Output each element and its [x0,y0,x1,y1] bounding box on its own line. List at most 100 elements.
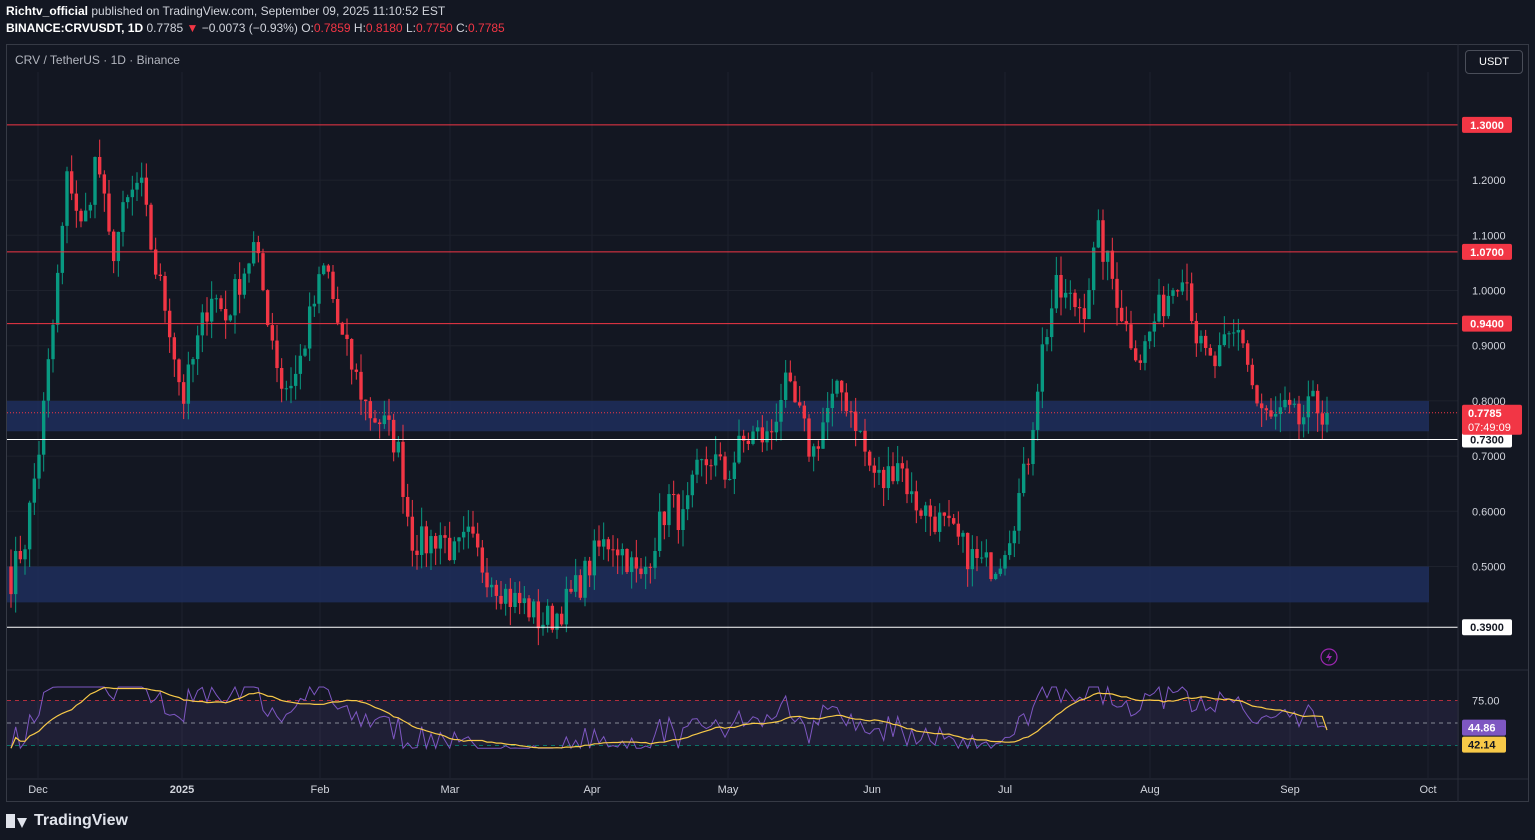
candle-body [881,469,886,489]
time-axis-label: May [718,784,739,796]
candle-body [1255,385,1259,404]
candle-body [443,535,447,538]
candle-body [797,402,802,406]
time-axis-label: Dec [28,784,48,796]
candle-body [569,588,573,592]
candle-body [877,469,881,473]
level-price-label: 0.7300 [1470,435,1504,447]
candle-body [149,204,153,250]
candle-body [1068,292,1073,294]
candle-body [1040,344,1045,392]
candle-body [83,210,88,222]
candle-body [1157,294,1161,322]
candle-body [1185,282,1189,284]
price-axis-tick: 1.0000 [1472,286,1506,298]
candle-body [1003,555,1007,569]
candle-body [1259,403,1264,409]
candle-body [32,478,37,503]
candle-body [765,431,769,443]
candle-body [1264,408,1269,411]
candle-body [853,411,858,431]
candle-body [1245,343,1250,365]
candle-body [1012,530,1017,544]
candle-body [359,371,363,400]
candle-body [214,298,219,300]
candle-body [27,502,32,550]
candle-body [578,575,583,598]
candle-body [1129,324,1133,349]
candle-body [536,601,541,629]
candle-body [121,202,125,232]
candle-body [433,536,438,549]
candle-body [55,272,60,325]
candle-body [872,465,877,473]
candle-body [247,263,251,274]
candle-body [1171,290,1175,296]
candle-body [793,381,797,403]
candle-body [111,231,116,262]
rsi-axis-tick: 75.00 [1472,696,1500,708]
candle-body [653,550,657,568]
candle-body [760,427,765,443]
candle-body [424,526,429,554]
candle-body [65,171,69,226]
candle-body [326,265,331,272]
candle-body [769,431,774,433]
candle-body [1115,278,1119,308]
candle-body [265,290,270,326]
candle-body [615,549,620,556]
candle-body [1063,292,1068,298]
candle-body [1213,355,1217,367]
brand-name: TradingView [34,812,128,829]
candle-body [863,430,867,452]
time-axis-label: Aug [1140,784,1160,796]
candle-body [195,335,200,360]
candle-body [312,303,317,307]
candle-body [947,515,951,519]
symbol-legend[interactable]: CRV / TetherUS · 1D · Binance [15,53,180,67]
candle-body [704,459,709,466]
candle-body [1175,290,1180,292]
candle-body [1026,463,1031,465]
candle-body [751,431,755,444]
candle-body [153,249,158,275]
candle-body [909,491,914,495]
candle-body [620,548,625,556]
candle-body [1199,335,1203,344]
candle-body [102,174,107,194]
candle-body [919,510,923,516]
candle-body [489,584,494,588]
candle-body [550,605,555,630]
candle-body [970,549,975,570]
candle-body [303,348,307,356]
candle-body [942,512,947,516]
candle-body [956,523,961,537]
candle-body [1007,543,1012,556]
candle-body [317,274,321,304]
candle-body [583,560,587,598]
candle-body [37,454,41,479]
candle-body [275,340,279,369]
candle-body [158,274,163,277]
candle-body [284,388,289,390]
candle-body [723,456,727,480]
price-chart[interactable]: 1.3000 1.0700 0.9400 0.7300 0.3900 0.7785 07:4… [0,0,1535,840]
candle-body [657,511,662,551]
candle-body [345,334,349,340]
candle-body [1082,308,1087,320]
candle-body [1283,399,1287,408]
candle-body [1152,321,1157,332]
candle-body [811,446,816,457]
candle-body [480,547,485,573]
rsi-ma-label: 42.14 [1468,740,1496,752]
candle-body [597,540,601,547]
candle-body [335,299,340,323]
candle-body [895,463,900,482]
level-price-label: 0.9400 [1470,319,1504,331]
candle-body [116,231,121,262]
candle-body [401,441,405,497]
candle-body [205,312,209,322]
candle-body [177,359,181,383]
currency-button[interactable]: USDT [1465,50,1523,74]
candle-body [1166,295,1171,317]
